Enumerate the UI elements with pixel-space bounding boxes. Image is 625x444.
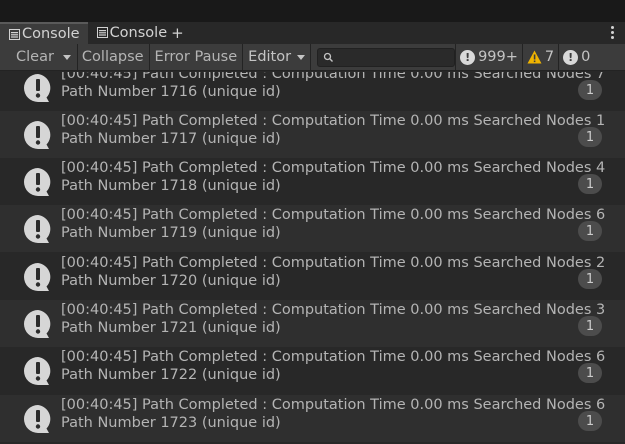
log-message: [00:40:45] Path Completed : Computation …	[61, 160, 606, 176]
log-detail: Path Number 1723 (unique id)	[61, 415, 281, 431]
log-count-badge: 1	[578, 269, 602, 289]
log-entry[interactable]: [00:40:45] Path Completed : Computation …	[0, 395, 625, 442]
tab-console-1[interactable]: Console	[0, 22, 88, 44]
log-detail: Path Number 1717 (unique id)	[61, 131, 281, 147]
log-detail: Path Number 1721 (unique id)	[61, 320, 281, 336]
log-message: [00:40:45] Path Completed : Computation …	[61, 255, 606, 271]
console-log-list[interactable]: [00:40:45] Path Completed : Computation …	[0, 72, 625, 444]
editor-label: Editor	[248, 49, 292, 65]
editor-dropdown[interactable]: Editor	[243, 43, 312, 71]
log-detail: Path Number 1722 (unique id)	[61, 367, 281, 383]
log-count-badge: 1	[578, 127, 602, 147]
error-count: 0	[581, 49, 591, 65]
tab-bar: Console Console +	[0, 22, 625, 44]
error-pause-toggle[interactable]: Error Pause	[150, 43, 244, 71]
info-message-icon	[24, 357, 51, 385]
log-entry[interactable]: [00:40:45] Path Completed : Computation …	[0, 347, 625, 394]
log-message: [00:40:45] Path Completed : Computation …	[61, 113, 606, 129]
info-message-icon	[24, 215, 51, 243]
log-count-badge: 1	[578, 174, 602, 194]
error-filter-toggle[interactable]: ! 0	[558, 43, 594, 71]
log-entry[interactable]: [00:40:45] Path Completed : Computation …	[0, 300, 625, 347]
tab-console-2[interactable]: Console +	[88, 22, 192, 44]
window-top-strip	[0, 0, 625, 22]
clear-button[interactable]: Clear	[0, 44, 58, 71]
log-entry[interactable]: [00:40:45] Path Completed : Computation …	[0, 72, 625, 111]
collapse-toggle[interactable]: Collapse	[78, 43, 150, 71]
log-count-badge: 1	[578, 221, 602, 241]
log-message: [00:40:45] Path Completed : Computation …	[61, 72, 606, 82]
tab-label: Console	[22, 26, 80, 42]
info-message-icon	[24, 74, 51, 102]
info-icon: !	[460, 49, 476, 65]
warning-count: 7	[544, 49, 555, 65]
chevron-down-icon	[63, 54, 72, 60]
log-count-badge: 1	[578, 80, 602, 100]
chevron-down-icon	[297, 54, 306, 60]
log-detail: Path Number 1720 (unique id)	[61, 273, 281, 289]
log-count-badge: 1	[578, 411, 602, 431]
log-message: [00:40:45] Path Completed : Computation …	[61, 397, 606, 413]
more-options-icon[interactable]	[609, 25, 615, 41]
error-icon: !	[563, 49, 579, 65]
console-toolbar: Clear Collapse Error Pause Editor ! 999+…	[0, 43, 625, 71]
info-filter-toggle[interactable]: ! 999+	[455, 43, 522, 71]
warning-filter-toggle[interactable]: 7	[521, 43, 558, 71]
log-entry[interactable]: [00:40:45] Path Completed : Computation …	[0, 205, 625, 252]
search-input[interactable]	[317, 47, 456, 67]
warning-icon	[527, 50, 542, 64]
console-icon	[9, 29, 20, 40]
clear-options-dropdown[interactable]	[58, 43, 78, 71]
info-message-icon	[24, 263, 51, 291]
log-message: [00:40:45] Path Completed : Computation …	[61, 349, 606, 365]
log-detail: Path Number 1716 (unique id)	[61, 84, 281, 100]
info-count: 999+	[478, 49, 518, 65]
add-tab-button[interactable]: +	[171, 24, 184, 42]
log-count-badge: 1	[578, 316, 602, 336]
log-count-badge: 1	[578, 363, 602, 383]
log-message: [00:40:45] Path Completed : Computation …	[61, 302, 606, 318]
log-entry[interactable]: [00:40:45] Path Completed : Computation …	[0, 158, 625, 205]
log-message: [00:40:45] Path Completed : Computation …	[61, 207, 606, 223]
log-detail: Path Number 1718 (unique id)	[61, 178, 281, 194]
info-message-icon	[24, 168, 51, 196]
log-entry[interactable]: [00:40:45] Path Completed : Computation …	[0, 253, 625, 300]
console-icon	[96, 27, 108, 38]
tab-label: Console	[109, 25, 168, 41]
info-message-icon	[24, 405, 51, 433]
search-icon	[323, 52, 334, 62]
log-entry[interactable]: [00:40:45] Path Completed : Computation …	[0, 111, 625, 158]
log-detail: Path Number 1719 (unique id)	[61, 225, 281, 241]
info-message-icon	[24, 121, 51, 149]
info-message-icon	[24, 310, 51, 338]
